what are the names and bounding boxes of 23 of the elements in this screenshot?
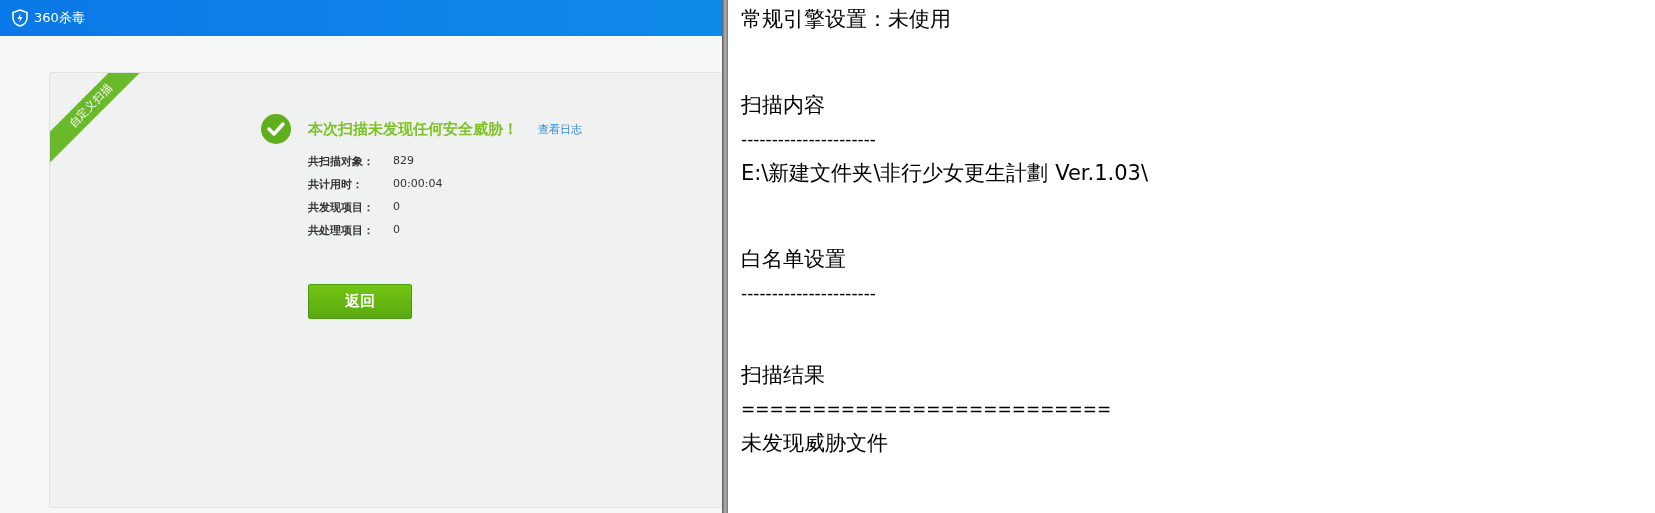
stat-label: 共计用时： (308, 177, 364, 192)
stat-value: 00:00:04 (393, 177, 444, 192)
log-rule: ========================== (741, 398, 1113, 421)
result-message: 本次扫描未发现任何安全威胁！ (308, 119, 518, 139)
log-rule: ---------------------- (741, 282, 877, 305)
log-heading: 扫描结果 (741, 362, 826, 389)
log-rule: ---------------------- (741, 128, 877, 151)
log-heading: 常规引擎设置：未使用 (741, 6, 952, 33)
log-heading: 白名单设置 (741, 246, 847, 273)
stat-label: 共处理项目： (308, 223, 375, 238)
log-line: E:\新建文件夹\非行少女更生計劃 Ver.1.03\ (741, 160, 1150, 187)
stat-label: 共发现项目： (308, 200, 375, 215)
stat-value: 0 (393, 223, 401, 238)
view-log-link[interactable]: 查看日志 (538, 121, 582, 137)
back-button[interactable]: 返回 (308, 284, 412, 319)
check-icon (260, 113, 292, 145)
log-heading: 扫描内容 (741, 92, 826, 119)
shield-icon (12, 9, 28, 27)
log-line: 未发现威胁文件 (741, 430, 889, 457)
window-title: 360杀毒 (34, 9, 85, 27)
stat-value: 0 (393, 200, 401, 215)
stat-label: 共扫描对象： (308, 154, 375, 169)
stat-value: 829 (393, 154, 415, 169)
